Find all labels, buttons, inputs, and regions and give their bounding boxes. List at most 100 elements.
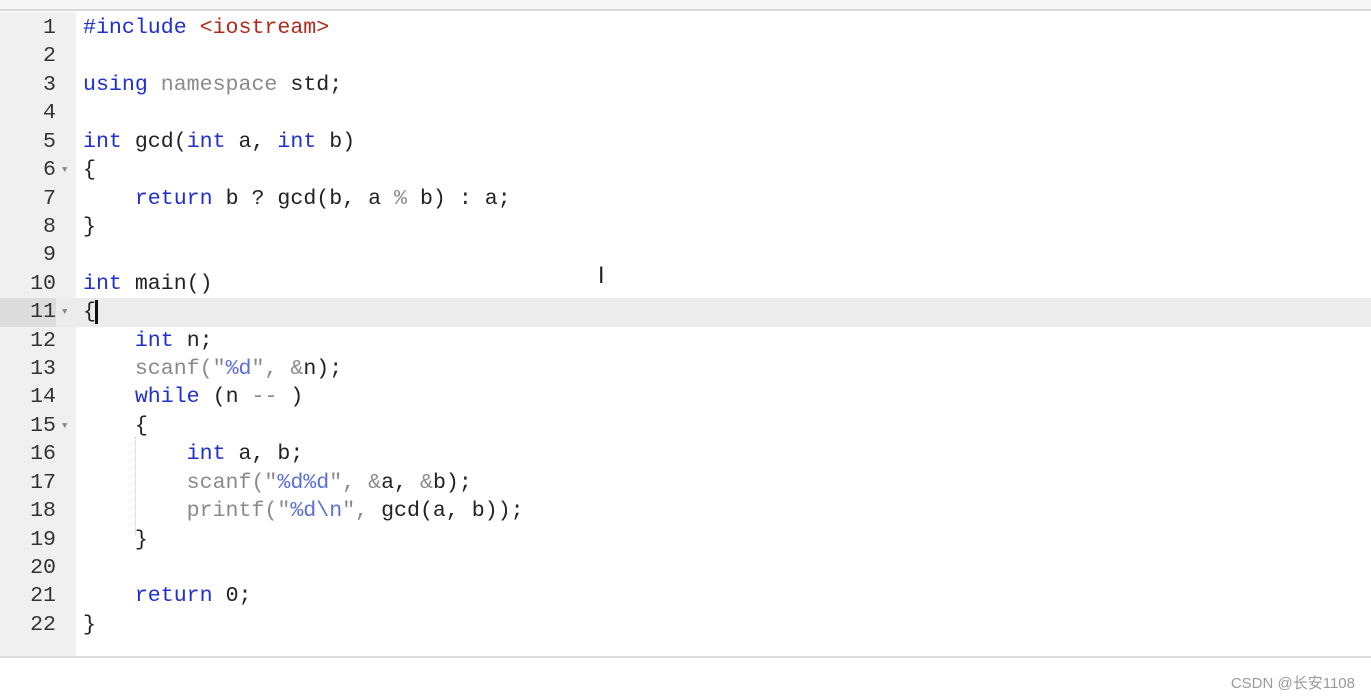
watermark: CSDN @长安1108 (1230, 675, 1355, 692)
code-token: a, (238, 129, 278, 154)
code-text: { (83, 412, 148, 440)
code-token: n); (303, 357, 343, 382)
line-number: 3 (43, 72, 56, 97)
code-token: printf(" (186, 499, 291, 524)
code-line[interactable]: 19 } (0, 526, 1371, 554)
code-lines[interactable]: 1 #include <iostream> 2 3 using namespace st… (0, 14, 1371, 639)
fold-arrow-icon[interactable]: ▼ (62, 298, 67, 326)
code-token: %d (225, 357, 252, 382)
code-line[interactable]: 20 (0, 554, 1371, 582)
line-number: 6 (43, 158, 56, 183)
line-number: 9 (43, 243, 56, 268)
line-number: 8 (43, 214, 56, 239)
line-number: 18 (30, 499, 56, 524)
code-line[interactable]: 21 return 0; (0, 582, 1371, 610)
line-number: 10 (30, 271, 56, 296)
code-token: int (186, 442, 239, 467)
code-line[interactable]: 18 printf("%d\n", gcd(a, b)); (0, 497, 1371, 525)
indent-guide (135, 437, 136, 535)
code-line[interactable]: 17 scanf("%d%d", &a, &b); (0, 469, 1371, 497)
line-number: 13 (30, 357, 56, 382)
code-token: int (134, 328, 187, 353)
code-line[interactable]: 9 (0, 241, 1371, 269)
code-text: } (83, 213, 96, 241)
code-line[interactable]: 4 (0, 99, 1371, 127)
code-token: int (186, 129, 239, 154)
code-token: <iostream> (199, 16, 330, 40)
code-token: gcd( (134, 129, 187, 154)
text-cursor-ibeam-icon: I (598, 264, 605, 289)
code-line[interactable]: 16 int a, b; (0, 440, 1371, 468)
code-token: & (368, 470, 382, 495)
code-token: a, (381, 470, 420, 495)
code-line[interactable]: 6 ▼ { (0, 156, 1371, 184)
fold-arrow-icon[interactable]: ▼ (62, 156, 67, 184)
code-token: scanf(" (186, 470, 278, 495)
code-token: b); (432, 470, 472, 495)
line-number: 7 (43, 186, 56, 211)
line-number: 5 (43, 129, 56, 154)
top-toolbar-edge (0, 0, 1371, 11)
code-text: while (n -- ) (83, 383, 304, 411)
code-line[interactable]: 5 int gcd(int a, int b) (0, 128, 1371, 156)
code-token: { (83, 158, 96, 183)
code-token: gcd(a, b)); (381, 499, 524, 524)
line-number: 16 (30, 442, 56, 467)
code-token: b) (329, 129, 356, 154)
code-line[interactable]: 10 int main() (0, 270, 1371, 298)
code-text: scanf("%d%d", &a, &b); (83, 469, 472, 497)
code-text: using namespace std; (83, 71, 342, 99)
code-line[interactable]: 14 while (n -- ) (0, 383, 1371, 411)
code-line[interactable]: 3 using namespace std; (0, 71, 1371, 99)
code-token: } (83, 527, 148, 552)
code-token: ) (290, 385, 304, 410)
code-token: } (83, 214, 96, 239)
code-text: scanf("%d", &n); (83, 355, 342, 383)
code-token: & (419, 470, 433, 495)
code-line[interactable]: 2 (0, 42, 1371, 70)
code-token: } (83, 612, 96, 637)
code-line[interactable]: 11 ▼ { (0, 298, 1371, 327)
code-line[interactable]: 7 return b ? gcd(b, a % b) : a; (0, 185, 1371, 213)
code-token: return (134, 584, 226, 609)
line-number: 11 (0, 298, 56, 327)
code-token: n; (186, 328, 213, 353)
code-line[interactable]: 15 ▼ { (0, 412, 1371, 440)
code-text: } (83, 526, 148, 554)
code-token: (n (212, 385, 252, 410)
code-token: int (277, 129, 330, 154)
code-token: int (83, 129, 135, 154)
code-line[interactable]: 13 scanf("%d", &n); (0, 355, 1371, 383)
line-number: 20 (30, 556, 56, 581)
code-token: namespace (160, 72, 291, 97)
code-text: int n; (83, 327, 213, 355)
line-number: 2 (43, 44, 56, 69)
code-token: ", (251, 357, 291, 382)
code-token: % (394, 186, 407, 211)
line-number: 17 (30, 470, 56, 495)
code-token: %d\n (290, 499, 343, 524)
code-line[interactable]: 8} (0, 213, 1371, 241)
code-text: return 0; (83, 582, 252, 610)
code-editor[interactable]: 1 #include <iostream> 2 3 using namespace st… (0, 12, 1371, 658)
code-line[interactable]: 1 #include <iostream> (0, 14, 1371, 42)
code-token: 0; (225, 584, 252, 609)
code-line[interactable]: 12 int n; (0, 327, 1371, 355)
code-token: { (83, 413, 148, 438)
code-line[interactable]: 22} (0, 611, 1371, 639)
code-text: } (83, 611, 96, 639)
code-text: int main() (83, 270, 213, 298)
line-number: 1 (43, 16, 56, 40)
code-token: -- (251, 385, 291, 410)
fold-arrow-icon[interactable]: ▼ (62, 412, 67, 440)
line-number: 21 (30, 584, 56, 609)
code-text: printf("%d\n", gcd(a, b)); (83, 497, 524, 525)
code-token: ", (329, 470, 369, 495)
code-text: int gcd(int a, int b) (83, 128, 355, 156)
line-number: 19 (30, 527, 56, 552)
code-token: using (83, 72, 161, 97)
code-token: while (134, 385, 213, 410)
